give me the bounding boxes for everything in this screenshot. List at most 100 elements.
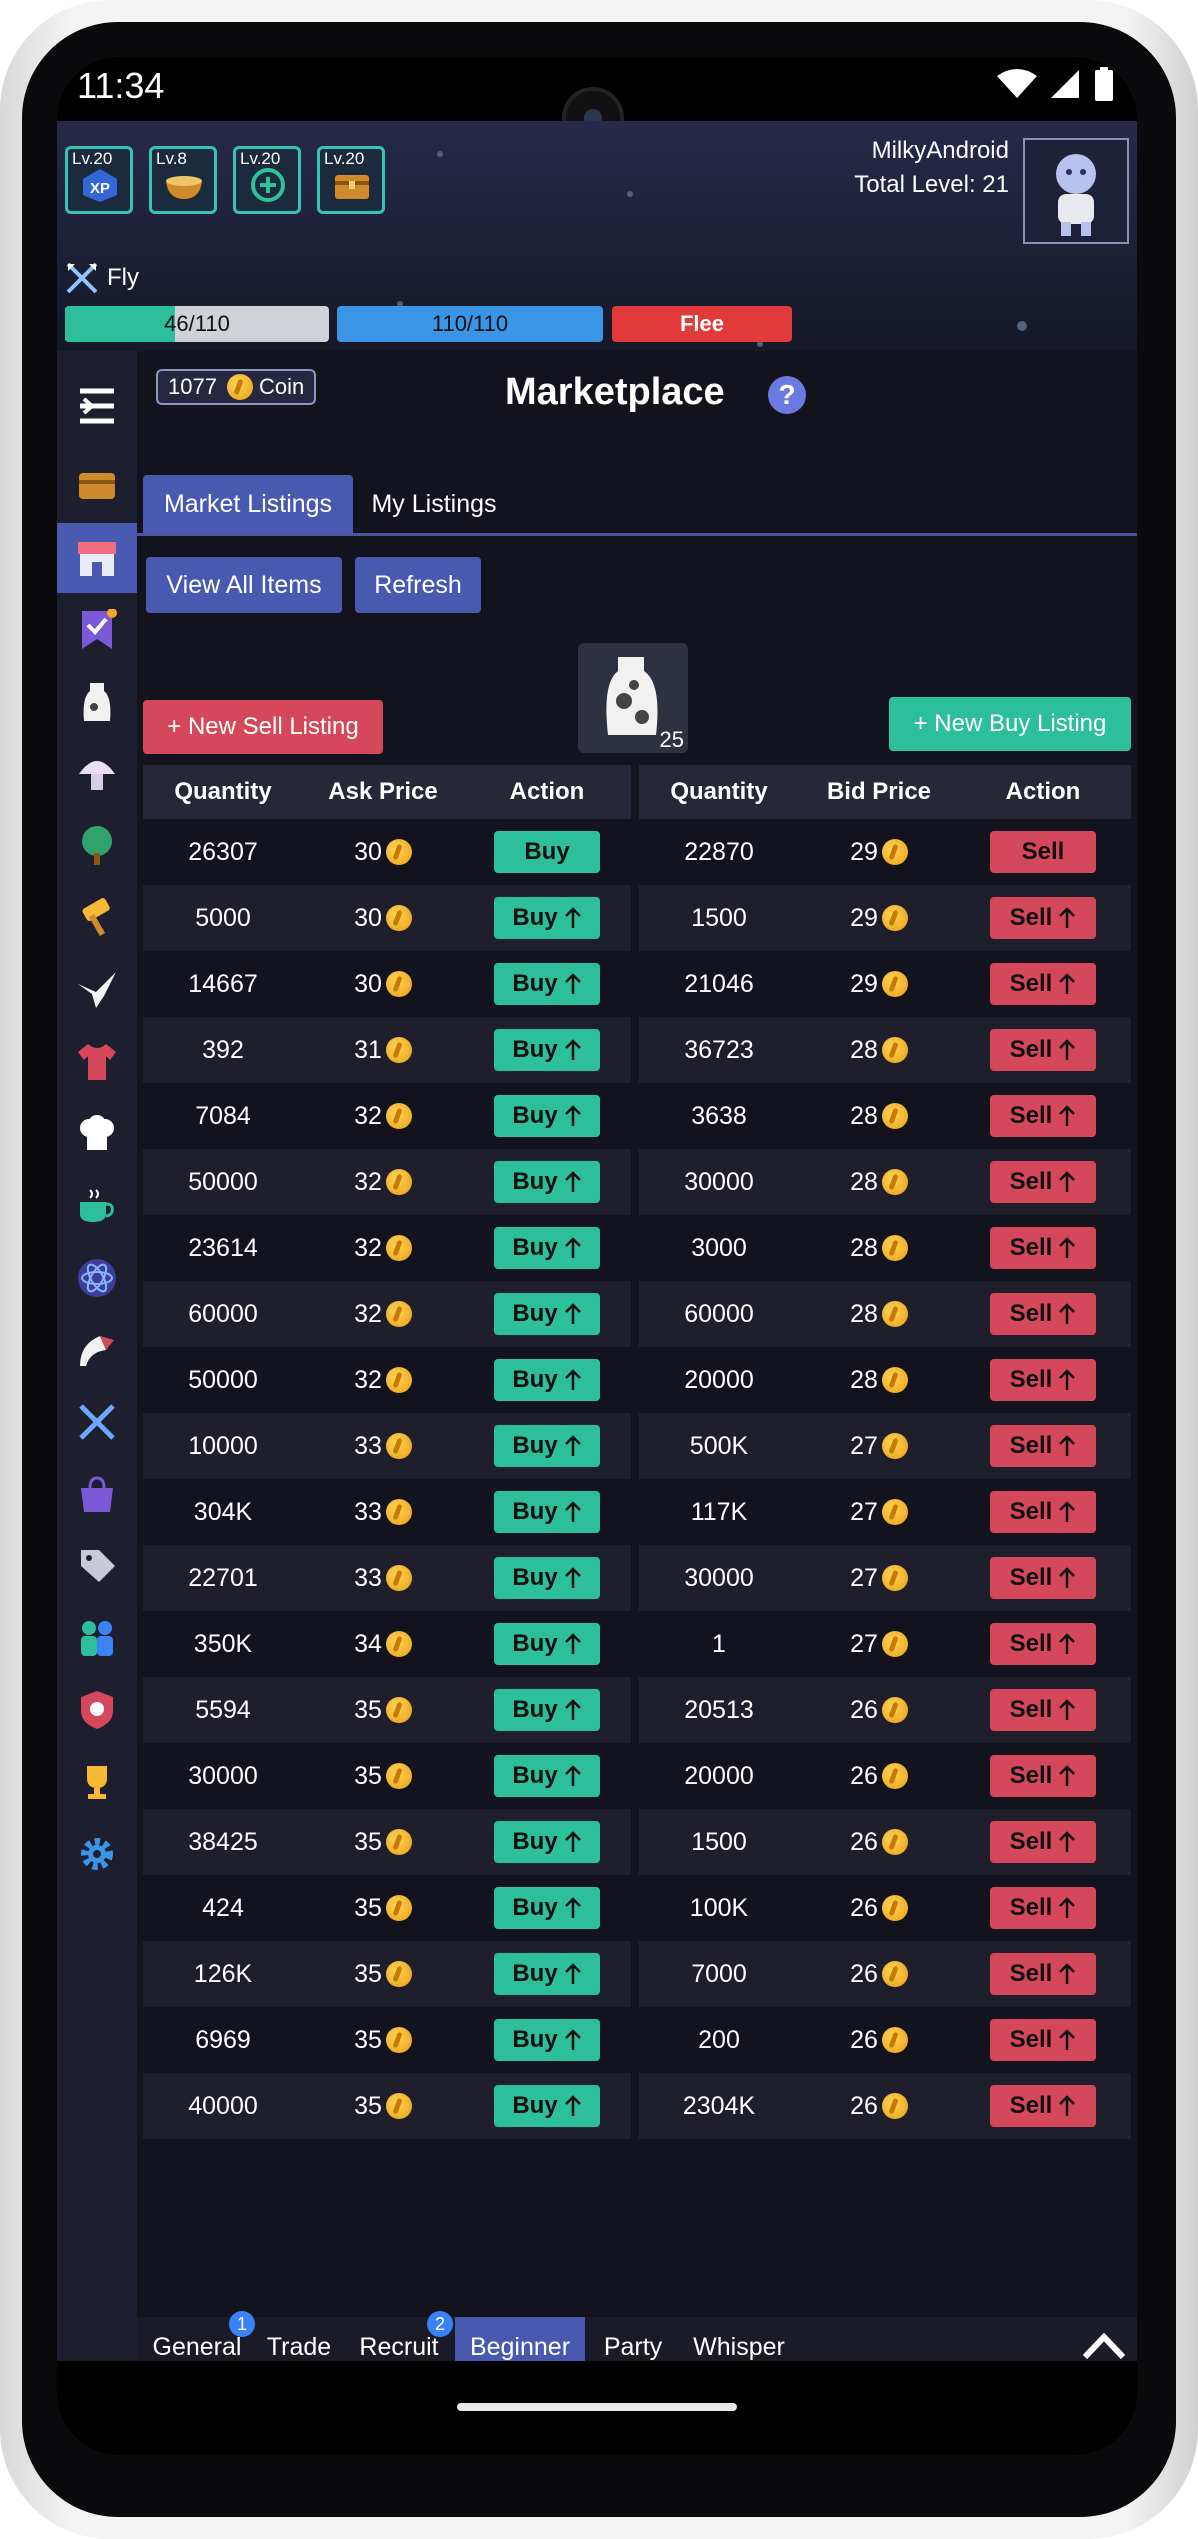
new-buy-listing-button[interactable]: + New Buy Listing xyxy=(889,697,1131,751)
quantity-cell: 117K xyxy=(690,1497,748,1526)
sell-button[interactable]: Sell xyxy=(990,1227,1096,1269)
buy-button[interactable]: Buy xyxy=(494,963,600,1005)
page-title: Marketplace xyxy=(505,371,725,413)
sell-button[interactable]: Sell xyxy=(990,1689,1096,1731)
avatar[interactable] xyxy=(1023,138,1129,244)
players-icon xyxy=(81,1621,113,1656)
sell-button[interactable]: Sell xyxy=(990,1029,1096,1071)
sidebar-item-cooking[interactable] xyxy=(57,1099,137,1169)
skill-slot-magic[interactable]: Lv.20 xyxy=(233,146,301,214)
buy-button[interactable]: Buy xyxy=(494,1227,600,1269)
buy-button[interactable]: Buy xyxy=(494,1623,600,1665)
sell-button[interactable]: Sell xyxy=(990,2019,1096,2061)
status-clock: 11:34 xyxy=(77,65,165,106)
sidebar-item-leaderboard[interactable] xyxy=(57,1747,137,1817)
price-value: 34 xyxy=(354,1629,382,1658)
buy-button[interactable]: Buy xyxy=(494,1491,600,1533)
buy-button[interactable]: Buy xyxy=(494,1821,600,1863)
skill-slot-cooking[interactable]: Lv.8 xyxy=(149,146,217,214)
buy-button[interactable]: Buy xyxy=(494,1293,600,1335)
sidebar-item-enhancing[interactable] xyxy=(57,1315,137,1385)
arrow-up-icon xyxy=(1059,2029,1076,2050)
button-label: Sell xyxy=(1009,1036,1053,1063)
skill-level: Lv.20 xyxy=(240,149,281,168)
sell-button[interactable]: Sell xyxy=(990,963,1096,1005)
action-cell: Sell xyxy=(959,1623,1127,1665)
buy-button[interactable]: Buy xyxy=(494,1095,600,1137)
buy-button[interactable]: Buy xyxy=(494,1425,600,1467)
sidebar-item-guild[interactable] xyxy=(57,1675,137,1745)
buy-button[interactable]: Buy xyxy=(494,1161,600,1203)
chevron-up-icon[interactable] xyxy=(1081,2331,1127,2361)
sell-button[interactable]: Sell xyxy=(990,1491,1096,1533)
home-indicator[interactable] xyxy=(457,2403,737,2411)
sidebar-item-alchemy[interactable] xyxy=(57,1243,137,1313)
button-label: Buy xyxy=(512,1696,558,1723)
sell-button[interactable]: Sell xyxy=(990,1623,1096,1665)
help-icon[interactable]: ? xyxy=(768,376,806,414)
selected-item-tile[interactable]: 25 xyxy=(578,643,688,753)
sidebar-item-brewing[interactable] xyxy=(57,1171,137,1241)
new-sell-listing-button[interactable]: + New Sell Listing xyxy=(143,700,383,754)
sidebar-item-tasks[interactable] xyxy=(57,595,137,665)
sidebar-item-woodcutting[interactable] xyxy=(57,811,137,881)
sell-button[interactable]: Sell xyxy=(990,1161,1096,1203)
buy-button[interactable]: Buy xyxy=(494,1689,600,1731)
buy-button[interactable]: Buy xyxy=(494,1359,600,1401)
view-all-items-button[interactable]: View All Items xyxy=(146,557,342,613)
tab-my-listings[interactable]: My Listings xyxy=(359,475,509,533)
sell-button[interactable]: Sell xyxy=(990,897,1096,939)
price-value: 35 xyxy=(354,1827,382,1856)
buy-button[interactable]: Buy xyxy=(494,1887,600,1929)
sidebar-item-milking[interactable] xyxy=(57,667,137,737)
sell-button[interactable]: Sell xyxy=(990,1293,1096,1335)
sell-button[interactable]: Sell xyxy=(990,1359,1096,1401)
skill-slot-chest[interactable]: Lv.20 xyxy=(317,146,385,214)
table-row: 304K 33 Buy xyxy=(143,1479,631,1545)
table-row: 392 31 Buy xyxy=(143,1017,631,1083)
sell-button[interactable]: Sell xyxy=(990,1557,1096,1599)
buy-button[interactable]: Buy xyxy=(494,1029,600,1071)
table-row: 500K 27 Sell xyxy=(639,1413,1131,1479)
skill-slot-xp[interactable]: Lv.20 XP xyxy=(65,146,133,214)
buy-button[interactable]: Buy xyxy=(494,1953,600,1995)
sidebar-item-foraging[interactable] xyxy=(57,739,137,809)
sell-button[interactable]: Sell xyxy=(990,1953,1096,1995)
buy-button[interactable]: Buy xyxy=(494,1557,600,1599)
buy-button[interactable]: Buy xyxy=(494,1755,600,1797)
sidebar-menu-toggle[interactable] xyxy=(57,371,137,441)
buy-button[interactable]: Buy xyxy=(494,831,600,873)
sell-button[interactable]: Sell xyxy=(990,1755,1096,1797)
button-label: Sell xyxy=(1009,1960,1053,1987)
sell-button[interactable]: Sell xyxy=(990,2085,1096,2127)
coin-icon xyxy=(881,1829,908,1855)
sidebar-item-combat[interactable] xyxy=(57,1387,137,1457)
sell-button[interactable]: Sell xyxy=(990,1425,1096,1467)
action-cell: Buy xyxy=(463,1689,631,1731)
sidebar-item-tailoring[interactable] xyxy=(57,1027,137,1097)
sell-button[interactable]: Sell xyxy=(990,831,1096,873)
sidebar-item-social[interactable] xyxy=(57,1603,137,1673)
sidebar-item-cheesesmithing[interactable] xyxy=(57,883,137,953)
sidebar-item-inventory[interactable] xyxy=(57,449,137,519)
action-cell: Buy xyxy=(463,963,631,1005)
action-cell: Sell xyxy=(959,2085,1127,2127)
sell-button[interactable]: Sell xyxy=(990,1821,1096,1863)
sell-button[interactable]: Sell xyxy=(990,1887,1096,1929)
table-row: 1500 29 Sell xyxy=(639,885,1131,951)
sidebar-item-settings[interactable] xyxy=(57,1819,137,1889)
sidebar-item-marketplace[interactable] xyxy=(57,523,137,593)
sell-button[interactable]: Sell xyxy=(990,1095,1096,1137)
shirt-icon xyxy=(78,1044,116,1080)
price-cell: 32 xyxy=(303,1234,463,1263)
coin-icon xyxy=(385,1235,412,1261)
sidebar-item-crafting[interactable] xyxy=(57,955,137,1025)
buy-button[interactable]: Buy xyxy=(494,2085,600,2127)
buy-button[interactable]: Buy xyxy=(494,897,600,939)
sidebar-item-loot[interactable] xyxy=(57,1531,137,1601)
tab-market-listings[interactable]: Market Listings xyxy=(143,475,353,533)
buy-button[interactable]: Buy xyxy=(494,2019,600,2061)
refresh-button[interactable]: Refresh xyxy=(355,557,481,613)
sidebar-item-shop[interactable] xyxy=(57,1459,137,1529)
flee-button[interactable]: Flee xyxy=(612,306,792,342)
